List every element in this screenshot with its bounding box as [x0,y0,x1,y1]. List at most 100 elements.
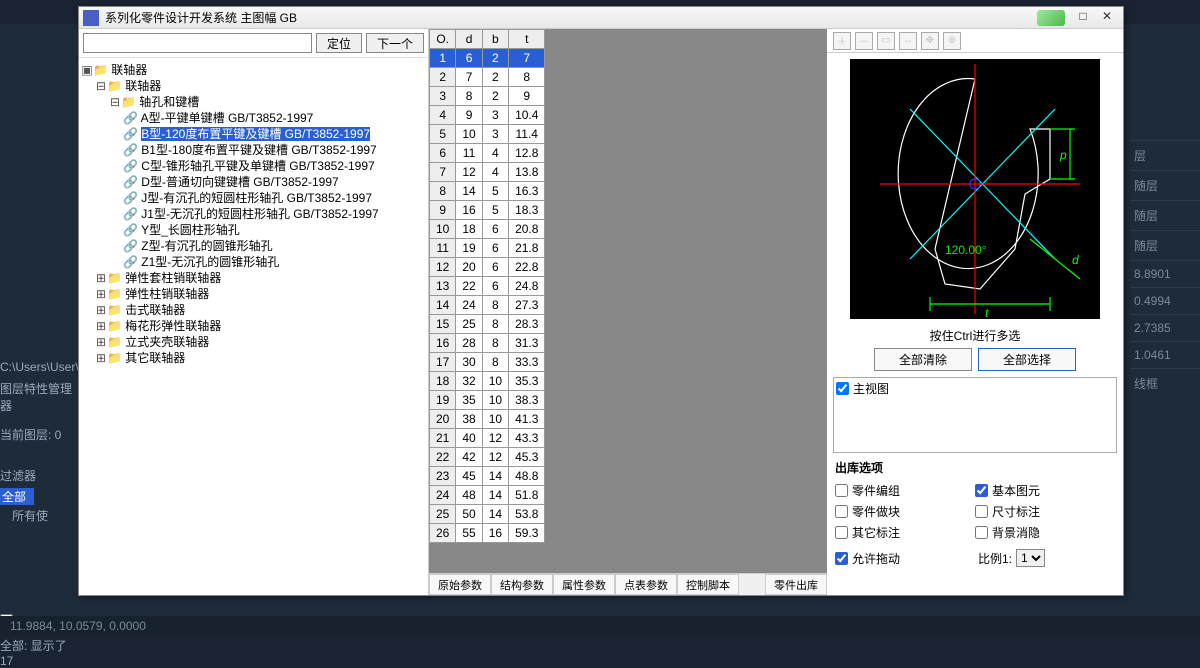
cell[interactable]: 24 [430,486,456,505]
cell[interactable]: 9 [430,201,456,220]
table-row[interactable]: 2728 [430,68,545,87]
cell[interactable]: 45 [456,467,482,486]
zoom-out-icon[interactable]: － [855,32,873,50]
cell[interactable]: 18 [430,372,456,391]
table-row[interactable]: 510311.4 [430,125,545,144]
tab[interactable]: 点表参数 [615,574,677,595]
cell[interactable]: 10 [482,372,508,391]
cell[interactable]: 2 [482,87,508,106]
cell[interactable]: 53.8 [509,505,545,524]
tree-leaf[interactable]: 🔗 J型-有沉孔的短圆柱形轴孔 GB/T3852-1997 [81,190,426,206]
cell[interactable]: 43.3 [509,429,545,448]
cell[interactable]: 13 [430,277,456,296]
table-row[interactable]: 1628831.3 [430,334,545,353]
cell[interactable]: 8 [482,315,508,334]
cell[interactable]: 2 [430,68,456,87]
cell[interactable]: 11 [430,239,456,258]
tree-folder[interactable]: ⊞📁 弹性套柱销联轴器 [81,270,426,286]
cell[interactable]: 12.8 [509,144,545,163]
cell[interactable]: 2 [482,49,508,68]
opt-block-checkbox[interactable] [835,505,848,518]
tree-folder[interactable]: ⊞📁 其它联轴器 [81,350,426,366]
table-row[interactable]: 23451448.8 [430,467,545,486]
table-row[interactable]: 1627 [430,49,545,68]
cell[interactable]: 3 [430,87,456,106]
cell[interactable]: 3 [482,106,508,125]
cell[interactable]: 6 [430,144,456,163]
opt-drag-checkbox[interactable] [835,552,848,565]
filter-all[interactable]: 全部 [0,488,34,505]
cell[interactable]: 14 [456,182,482,201]
cell[interactable]: 12 [482,448,508,467]
locate-button[interactable]: 定位 [316,33,362,53]
cell[interactable]: 23 [430,467,456,486]
col-header[interactable]: b [482,30,508,49]
cell[interactable]: 16 [430,334,456,353]
cell[interactable]: 51.8 [509,486,545,505]
cell[interactable]: 27.3 [509,296,545,315]
tab[interactable]: 结构参数 [491,574,553,595]
cell[interactable]: 41.3 [509,410,545,429]
cell[interactable]: 12 [430,258,456,277]
col-header[interactable]: d [456,30,482,49]
cell[interactable]: 6 [482,220,508,239]
tree-leaf[interactable]: 🔗 C型-锥形轴孔平键及单键槽 GB/T3852-1997 [81,158,426,174]
view-list[interactable]: 主视图 [833,377,1117,453]
cell[interactable]: 4 [482,144,508,163]
cell[interactable]: 50 [456,505,482,524]
cell[interactable]: 10 [482,410,508,429]
cell[interactable]: 11 [456,144,482,163]
cell[interactable]: 10.4 [509,106,545,125]
cell[interactable]: 9 [509,87,545,106]
table-row[interactable]: 1220622.8 [430,258,545,277]
table-row[interactable]: 19351038.3 [430,391,545,410]
tree-leaf[interactable]: 🔗 Y型_长圆柱形轴孔 [81,222,426,238]
main-view-checkbox[interactable] [836,382,849,395]
table-row[interactable]: 1525828.3 [430,315,545,334]
tree-folder[interactable]: ⊞📁 梅花形弹性联轴器 [81,318,426,334]
tree-leaf[interactable]: 🔗 A型-平键单键槽 GB/T3852-1997 [81,110,426,126]
cell[interactable]: 14 [482,467,508,486]
cell[interactable]: 7 [509,49,545,68]
cell[interactable]: 12 [482,429,508,448]
tree-leaf[interactable]: 🔗 Z1型-无沉孔的圆锥形轴孔 [81,254,426,270]
cell[interactable]: 21.8 [509,239,545,258]
cell[interactable]: 5 [482,201,508,220]
cell[interactable]: 2 [482,68,508,87]
opt-group-checkbox[interactable] [835,484,848,497]
opt-primitive-checkbox[interactable] [975,484,988,497]
cell[interactable]: 28.3 [509,315,545,334]
table-row[interactable]: 26551659.3 [430,524,545,543]
cell[interactable]: 10 [430,220,456,239]
select-all-button[interactable]: 全部选择 [978,348,1076,371]
clear-all-button[interactable]: 全部清除 [874,348,972,371]
table-row[interactable]: 611412.8 [430,144,545,163]
opt-dim-checkbox[interactable] [975,505,988,518]
tree-leaf[interactable]: 🔗 J1型-无沉孔的短圆柱形轴孔 GB/T3852-1997 [81,206,426,222]
cell[interactable]: 8 [482,296,508,315]
table-row[interactable]: 1322624.8 [430,277,545,296]
table-row[interactable]: 712413.8 [430,163,545,182]
table-row[interactable]: 22421245.3 [430,448,545,467]
cell[interactable]: 17 [430,353,456,372]
cell[interactable]: 24 [456,296,482,315]
tab[interactable]: 控制脚本 [677,574,739,595]
cell[interactable]: 8 [482,334,508,353]
cell[interactable]: 16.3 [509,182,545,201]
cell[interactable]: 1 [430,49,456,68]
tree-leaf[interactable]: 🔗 B型-120度布置平键及键槽 GB/T3852-1997 [81,126,426,142]
cell[interactable]: 32 [456,372,482,391]
cell[interactable]: 9 [456,106,482,125]
cell[interactable]: 35.3 [509,372,545,391]
cell[interactable]: 40 [456,429,482,448]
preview-canvas[interactable]: p d t 120.00° [850,59,1100,319]
cell[interactable]: 24.8 [509,277,545,296]
cell[interactable]: 18 [456,220,482,239]
table-row[interactable]: 49310.4 [430,106,545,125]
cell[interactable]: 48 [456,486,482,505]
cell[interactable]: 26 [430,524,456,543]
table-row[interactable]: 20381041.3 [430,410,545,429]
col-header[interactable]: O. [430,30,456,49]
table-row[interactable]: 21401243.3 [430,429,545,448]
cell[interactable]: 5 [482,182,508,201]
